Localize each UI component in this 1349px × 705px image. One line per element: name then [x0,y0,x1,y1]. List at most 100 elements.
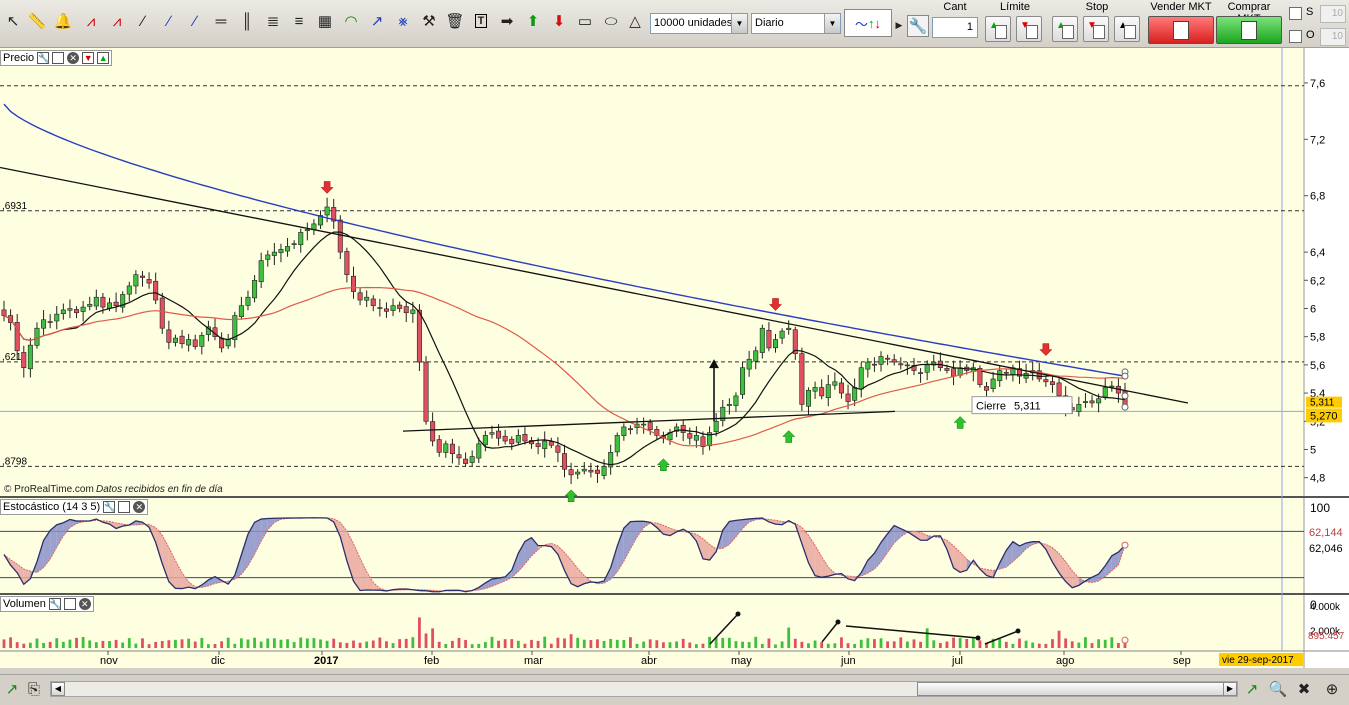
candle-body [219,337,225,349]
close-icon[interactable]: ✕ [67,52,80,64]
rectangle-icon[interactable]: ▭ [574,10,596,32]
arrow-line-icon[interactable]: ↗ [366,10,388,32]
volume-bar [279,639,283,648]
candle-body [693,435,699,441]
text-tool-icon[interactable]: T [470,10,492,32]
o-checkbox[interactable] [1289,30,1302,43]
date-tick-label: feb [424,655,439,667]
candle-body [430,421,436,442]
channel-icon[interactable]: ≣ [262,10,284,32]
candle-body [245,296,251,306]
limit-buy-button[interactable]: ▲ [985,16,1011,42]
tools-icon[interactable]: ⚒ [418,10,440,32]
date-tick-label: dic [211,655,226,667]
volume-bar [431,628,435,648]
stop-buy-button[interactable]: ▲ [1052,16,1078,42]
candle-body [146,279,152,284]
zoom-chart-icon[interactable]: ↗ [2,680,22,700]
candle-body [107,302,113,309]
maximize-icon[interactable] [63,598,76,610]
volume-bar [912,639,916,648]
trash-icon[interactable]: 🗑 [444,10,466,32]
volume-bar [754,636,758,648]
candle-body [845,393,851,402]
ruler-icon[interactable]: 📏 [26,10,48,32]
close-icon[interactable]: ✕ [133,501,146,513]
fibonacci-arc-icon[interactable]: ◠ [340,10,362,32]
volume-bar [22,643,26,648]
trendline-icon[interactable]: ∕ [158,10,180,32]
line-tool-icon[interactable]: ∕ [132,10,154,32]
compress-icon[interactable]: ↗ [1242,680,1262,700]
wrench-icon[interactable]: 🔧 [48,598,61,610]
parallel-lines-icon[interactable]: ≡ [288,10,310,32]
sell-market-button[interactable] [1148,16,1214,44]
limit-sell-button[interactable]: ▼ [1016,16,1042,42]
price-tick-label: 4,8 [1310,473,1325,485]
arrow-down-icon[interactable]: ⬇ [548,10,570,32]
candle-body [1056,382,1062,397]
volume-bar [1057,630,1061,648]
stop-sell-button[interactable]: ▼ [1083,16,1109,42]
horizontal-line-icon[interactable]: ═ [210,10,232,32]
volume-bar [932,640,936,648]
price-tick-label: 5 [1310,444,1316,456]
chart-svg[interactable]: 7,67,26,86,46,265,85,65,45,254,8,6931,62… [0,48,1349,668]
scroll-thumb[interactable] [917,682,1225,696]
triangle-icon[interactable]: △ [624,10,646,32]
move-down-icon[interactable]: ▼ [82,52,95,64]
ellipse-icon[interactable]: ⬭ [600,10,622,32]
candle-body [1096,398,1102,404]
s-checkbox[interactable] [1289,7,1302,20]
chart-type-icon[interactable]: 〜 ↑ ↓ [844,9,892,37]
alert-bell-icon[interactable]: 🔔 [52,10,74,32]
zoom-in-icon[interactable]: ⊕ [1322,680,1342,700]
scroll-left-icon[interactable]: ◀ [51,682,65,696]
s-field[interactable]: 10 [1320,5,1346,23]
candle-body [93,296,99,307]
candle-body [258,260,264,283]
fit-chart-icon[interactable]: ⎘ [24,680,44,700]
candle-body [291,243,297,245]
close-icon[interactable]: ✕ [78,598,91,610]
buy-market-button[interactable] [1216,16,1282,44]
maximize-icon[interactable] [52,52,65,64]
stochastic-pane-header: Estocástico (14 3 5) 🔧 ✕ [0,499,149,515]
ray-line-icon[interactable]: ∕ [184,10,206,32]
horizontal-scrollbar[interactable]: ◀ ▶ [50,681,1238,697]
candle-body [423,361,429,422]
volume-bar [1084,637,1087,648]
expand-arrow-icon[interactable]: ▶ [894,14,904,36]
zoom-area-icon[interactable]: 🔍 [1268,680,1288,700]
wrench-icon[interactable]: 🔧 [907,15,929,37]
price-tick-label: 6 [1310,303,1316,315]
candle-body [647,422,653,431]
fibonacci-fan-icon[interactable]: ⩘ [80,10,102,32]
candle-body [153,280,159,301]
stop-trailing-button[interactable]: ▲ [1114,16,1140,42]
quantity-select[interactable]: 10000 unidades ▼ [650,13,748,34]
zoom-reset-icon[interactable]: ✖ [1294,680,1314,700]
fibonacci-retracement-icon[interactable]: ⩘ [106,10,128,32]
wrench-icon[interactable]: 🔧 [103,501,115,513]
chart-area[interactable]: 7,67,26,86,46,265,85,65,45,254,8,6931,62… [0,48,1349,668]
text-grid-icon[interactable]: ▦ [314,10,336,32]
volume-bar [853,643,857,648]
arrow-up-icon[interactable]: ⬆ [522,10,544,32]
volume-bar [602,640,606,648]
gann-icon[interactable]: ⨳ [392,10,414,32]
cursor-icon[interactable]: ↖ [2,10,24,32]
volume-bar [622,640,626,648]
cant-input[interactable]: 1 [932,17,978,38]
vertical-line-icon[interactable]: ║ [236,10,258,32]
arrow-right-icon[interactable]: ➡ [496,10,518,32]
move-up-icon[interactable]: ▲ [97,52,110,64]
wrench-icon[interactable]: 🔧 [37,52,49,64]
period-select[interactable]: Diario ▼ [751,13,841,34]
maximize-icon[interactable] [118,501,131,513]
volume-bar [2,639,6,648]
scroll-right-icon[interactable]: ▶ [1223,682,1237,696]
volume-bar [688,642,692,648]
o-field[interactable]: 10 [1320,28,1346,46]
candle-body [80,306,86,312]
